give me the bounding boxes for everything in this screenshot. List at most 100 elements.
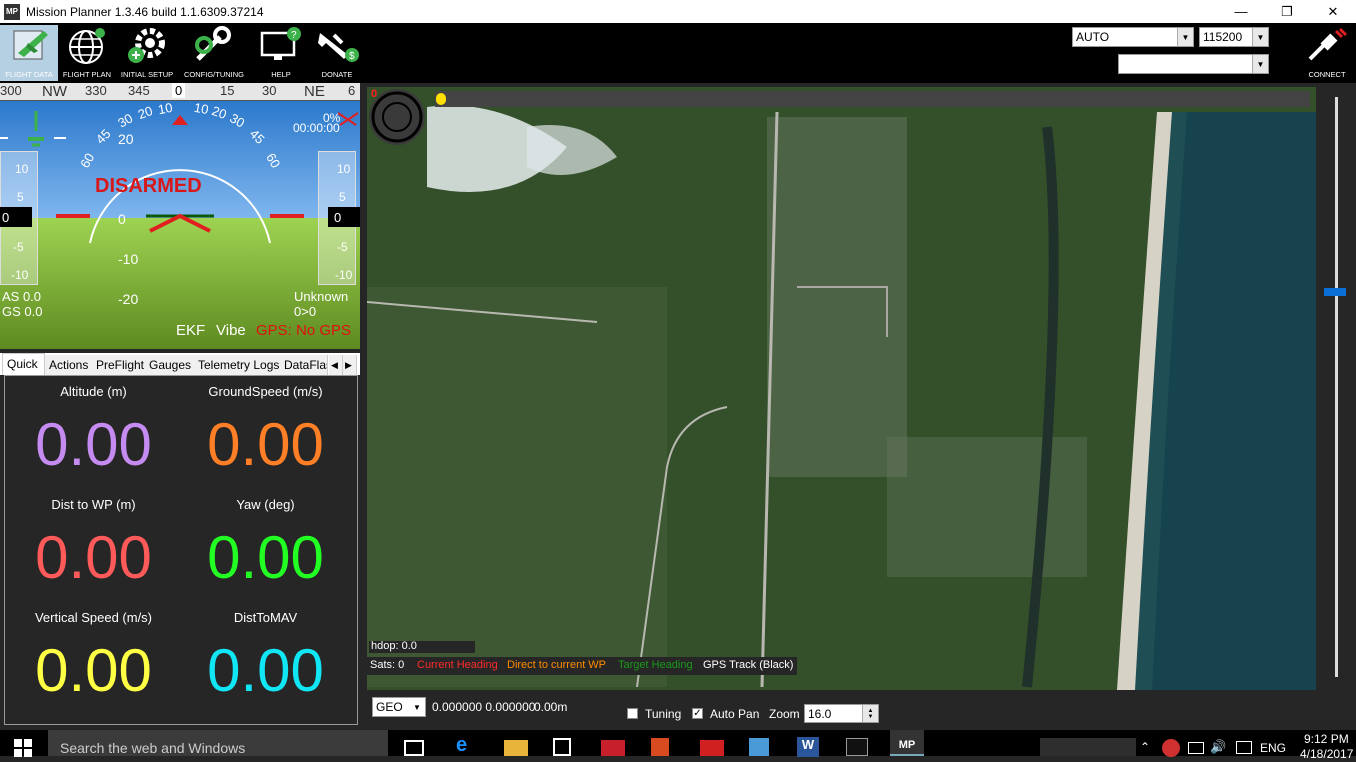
quick-label-dist-to-wp: Dist to WP (m) <box>51 497 136 512</box>
network-icon[interactable] <box>1188 742 1204 754</box>
data-tabs: Quick Actions PreFlight Gauges Telemetry… <box>0 353 360 375</box>
quick-label-altitude: Altitude (m) <box>60 384 127 399</box>
help-monitor-icon: ? <box>260 27 301 60</box>
connect-button[interactable]: CONNECT <box>1298 25 1356 81</box>
vibe-indicator[interactable]: Vibe <box>216 322 246 339</box>
legend-target-heading: Target Heading <box>618 659 693 671</box>
tab-preflight[interactable]: PreFlight <box>92 355 150 375</box>
coord-system-select[interactable]: GEO ▼ <box>372 697 426 717</box>
mode-select[interactable]: AUTO ▼ <box>1072 27 1194 47</box>
hdop-readout: hdop: 0.0 <box>371 640 417 652</box>
quick-label-dist-to-mav: DistToMAV <box>233 610 298 625</box>
menu-flight-data-button[interactable]: FLIGHT DATA <box>0 25 58 81</box>
task-view-icon[interactable] <box>404 740 424 756</box>
airspeed-value-box: 0 <box>0 207 32 227</box>
file-explorer-icon[interactable] <box>504 740 528 756</box>
minimize-button[interactable]: — <box>1218 0 1264 23</box>
taskbar-search-box[interactable]: Search the web and Windows <box>48 730 388 756</box>
donate-plane-icon: $ <box>318 33 359 62</box>
clock-time[interactable]: 9:12 PM <box>1304 732 1349 746</box>
gps-progress-bar <box>435 91 1310 107</box>
legend-direct-to-wp: Direct to current WP <box>507 659 607 671</box>
tab-gauges[interactable]: Gauges <box>145 355 197 375</box>
mission-planner-taskbar-icon[interactable]: MP <box>890 730 924 756</box>
quick-value-groundspeed: 0.00 <box>207 411 324 478</box>
maps-app-icon[interactable] <box>749 738 769 756</box>
health-app-tray-icon[interactable] <box>1162 739 1180 757</box>
map-coordinates: 0.000000 0.000000 <box>432 700 536 714</box>
quick-value-vertical-speed: 0.00 <box>35 637 152 704</box>
app-logo-icon: MP <box>4 3 20 20</box>
tuning-label: Tuning <box>645 707 682 721</box>
tab-quick[interactable]: Quick <box>2 353 45 375</box>
quick-label-groundspeed: GroundSpeed (m/s) <box>208 384 323 399</box>
chevron-up-icon[interactable]: ⌃ <box>1140 740 1164 762</box>
clock-date[interactable]: 4/18/2017 <box>1300 747 1353 761</box>
zoom-slider[interactable] <box>1318 87 1356 690</box>
legend-current-heading: Current Heading <box>417 659 498 671</box>
map-legend: Sats: 0 Current Heading Direct to curren… <box>367 657 797 675</box>
satellite-map[interactable]: 0 hdop: 0.0 Sats: 0 Current Heading Dire… <box>367 87 1316 690</box>
port-select[interactable]: ▼ <box>1118 54 1269 74</box>
quick-value-altitude: 0.00 <box>35 411 152 478</box>
map-altitude: 0.00m <box>534 700 568 714</box>
satellite-imagery <box>367 87 1316 690</box>
ekf-indicator[interactable]: EKF <box>176 322 205 339</box>
zoom-input[interactable]: 16.0 ▲ ▼ <box>804 704 879 723</box>
quick-label-yaw: Yaw (deg) <box>236 497 295 512</box>
chevron-down-icon: ▼ <box>1252 55 1268 73</box>
svg-text:$: $ <box>349 51 355 62</box>
tab-telemetry-logs[interactable]: Telemetry Logs <box>194 355 285 375</box>
legend-gps-track: GPS Track (Black) <box>703 659 794 671</box>
red-app-icon[interactable] <box>700 740 724 756</box>
tab-dataflash[interactable]: DataFlas <box>280 355 328 375</box>
zoom-slider-thumb[interactable] <box>1324 288 1346 296</box>
store-icon[interactable] <box>553 738 571 756</box>
window-title: Mission Planner 1.3.46 build 1.1.6309.37… <box>26 4 264 19</box>
chevron-down-icon: ▼ <box>1252 28 1268 46</box>
tab-scroll-right-icon[interactable]: ▶ <box>343 355 357 375</box>
chevron-down-icon: ▼ <box>409 698 425 716</box>
keyboard-icon[interactable] <box>1236 741 1252 754</box>
menu-config-tuning-button[interactable]: CONFIG/TUNING <box>184 25 244 81</box>
language-indicator[interactable]: ENG <box>1260 741 1286 755</box>
armed-status: DISARMED <box>95 175 202 197</box>
waypoint-readout: 0>0 <box>294 304 317 319</box>
restore-button[interactable]: ❐ <box>1264 0 1310 23</box>
flight-mode-readout: Unknown <box>294 289 349 304</box>
map-status-bar: GEO ▼ 0.000000 0.000000 0.00m Tuning ✓ A… <box>367 692 1316 728</box>
reader-app-icon[interactable] <box>601 740 625 756</box>
windows-start-icon[interactable] <box>14 739 32 757</box>
menu-help-button[interactable]: ? HELP <box>252 25 310 81</box>
baud-select[interactable]: 115200 ▼ <box>1199 27 1269 47</box>
close-button[interactable]: ✕ <box>1310 0 1356 23</box>
quick-value-yaw: 0.00 <box>207 524 324 591</box>
tab-scroll-left-icon[interactable]: ◀ <box>329 355 343 375</box>
menu-flight-plan-button[interactable]: FLIGHT PLAN <box>58 25 116 81</box>
auto-pan-label: Auto Pan <box>710 707 760 721</box>
main-menu-bar: FLIGHT DATA FLIGHT PLAN INITIAL SETUP CO… <box>0 23 1356 83</box>
console-icon[interactable] <box>846 738 868 756</box>
tuning-checkbox[interactable] <box>627 708 638 719</box>
zoom-label: Zoom <box>769 707 800 721</box>
volume-icon[interactable]: 🔊 <box>1210 739 1234 761</box>
edge-browser-icon[interactable]: e <box>456 734 480 756</box>
paint-app-icon[interactable] <box>651 738 669 756</box>
window-title-bar: MP Mission Planner 1.3.46 build 1.1.6309… <box>0 0 1356 23</box>
word-icon[interactable]: W <box>797 737 819 757</box>
quick-panel: Altitude (m) 0.00 GroundSpeed (m/s) 0.00… <box>4 375 358 725</box>
menu-donate-button[interactable]: $ DONATE <box>308 25 366 81</box>
quick-label-vertical-speed: Vertical Speed (m/s) <box>34 610 153 625</box>
menu-initial-setup-button[interactable]: INITIAL SETUP <box>118 25 176 81</box>
chevron-down-icon: ▼ <box>1177 28 1193 46</box>
tab-actions[interactable]: Actions <box>45 355 94 375</box>
airspeed-readout: AS 0.0 <box>2 289 42 304</box>
wrench-icon <box>195 26 231 61</box>
svg-text:?: ? <box>291 30 297 41</box>
plug-icon <box>1308 27 1348 61</box>
globe-icon <box>69 28 105 64</box>
sats-readout: Sats: 0 <box>370 659 405 671</box>
hud-attitude-indicator: 300 NW 330 345 0 15 30 NE 6 20 0 -10 -20… <box>0 83 360 349</box>
auto-pan-checkbox[interactable]: ✓ <box>692 708 703 719</box>
zoom-spinner-icon[interactable]: ▲ ▼ <box>862 705 878 722</box>
